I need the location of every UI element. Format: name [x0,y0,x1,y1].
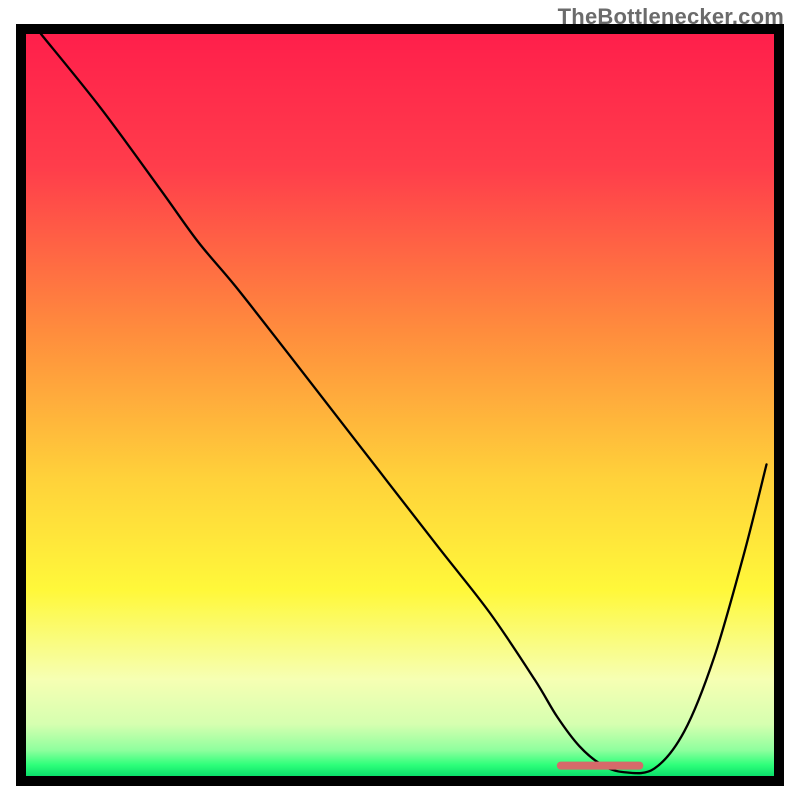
watermark-text: TheBottlenecker.com [558,4,784,30]
gradient-background [26,34,774,776]
chart-svg [16,24,784,786]
chart-area [16,24,784,786]
